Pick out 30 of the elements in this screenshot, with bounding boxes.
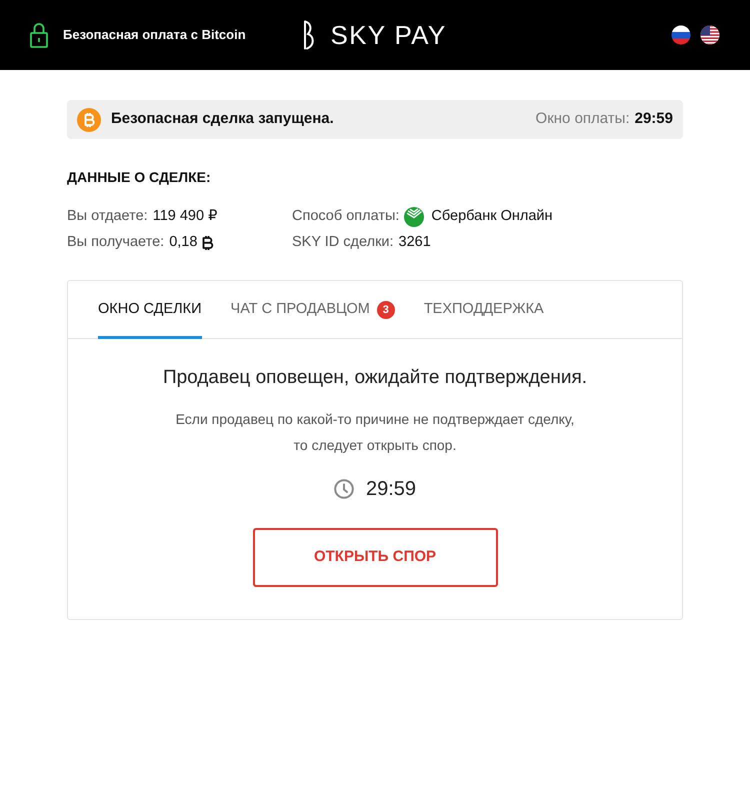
panel-heading: Продавец оповещен, ожидайте подтверждения. — [162, 366, 588, 390]
bitcoin-icon — [77, 108, 101, 132]
field-label: Вы получаете: — [67, 233, 164, 252]
payment-window-timer: 29:59 — [634, 109, 673, 130]
tab[interactable]: ОКНО СДЕЛКИ — [98, 281, 202, 339]
tab[interactable]: ТЕХПОДДЕРЖКА — [424, 281, 544, 339]
logo-text: SKY PAY — [330, 20, 447, 50]
russia-flag-icon[interactable] — [671, 25, 691, 45]
panel-text: Если продавец по какой-то причине не подтверждает сделку, то следует открыть спор. — [176, 410, 574, 455]
clock-icon — [334, 479, 354, 499]
field-value: 119 490 ₽ — [152, 207, 218, 226]
padlock-icon — [30, 22, 48, 48]
notice-text: Безопасная сделка запущена. — [111, 109, 334, 130]
logo-mark-icon — [303, 20, 316, 50]
open-dispute-button[interactable]: ОТКРЫТЬ СПОР — [252, 528, 498, 587]
tab[interactable]: ЧАТ С ПРОДАВЦОМ 3 — [230, 281, 395, 339]
field-value: 3261 — [398, 233, 431, 252]
field-label: Способ оплаты: — [292, 207, 400, 226]
bitcoin-sign-icon — [202, 235, 214, 251]
details-title: ДАННЫЕ О СДЕЛКЕ: — [67, 168, 212, 187]
payment-window-label: Окно оплаты: — [536, 109, 630, 130]
bank-logo-icon — [404, 207, 424, 227]
unread-count-badge: 3 — [376, 301, 395, 319]
field-label: SKY ID сделки: — [292, 233, 394, 252]
field-value: 0,18 — [169, 233, 198, 252]
field-value: Сбербанк Онлайн — [431, 207, 552, 226]
usa-flag-icon[interactable] — [700, 25, 720, 45]
header-tagline: Безопасная оплата с Bitcoin — [63, 26, 246, 44]
countdown-timer: 29:59 — [366, 477, 416, 501]
field-label: Вы отдаете: — [67, 207, 148, 226]
